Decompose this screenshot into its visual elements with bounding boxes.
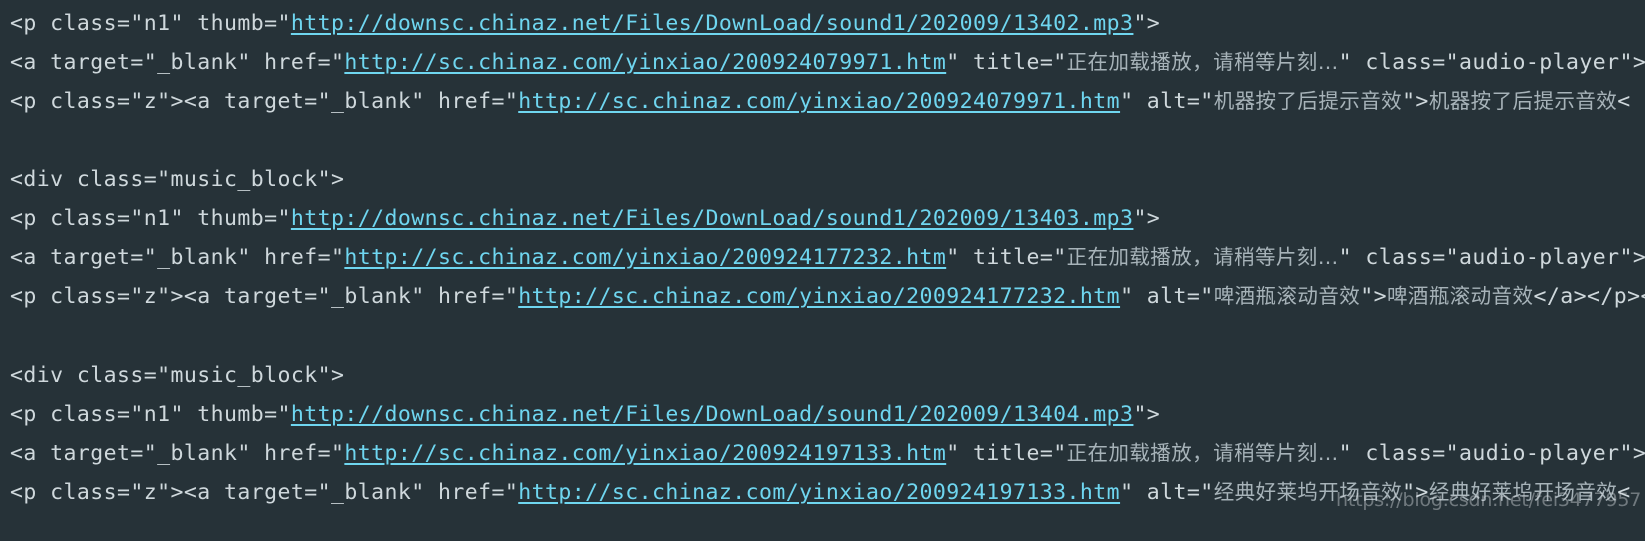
code-markup-text: <p class="z"><a target="_blank" href=" <box>10 480 519 505</box>
code-url-link[interactable]: http://downsc.chinaz.net/Files/DownLoad/… <box>291 206 1134 231</box>
code-line[interactable]: <p class="n1" thumb="http://downsc.china… <box>10 199 1160 238</box>
code-markup-text: " title=" <box>946 245 1067 270</box>
code-url-link[interactable]: http://sc.chinaz.com/yinxiao/20092417723… <box>518 284 1120 309</box>
code-markup-text: " alt=" <box>1120 284 1214 309</box>
code-markup-text: <div class="music_block"> <box>10 167 345 192</box>
code-markup-text: <p class="z"><a target="_blank" href=" <box>10 284 519 309</box>
code-cjk-text: 正在加载播放，请稍等片刻… <box>1066 245 1339 269</box>
code-markup-text: " alt=" <box>1120 89 1214 114</box>
code-line[interactable]: <p class="z"><a target="_blank" href="ht… <box>10 82 1631 121</box>
code-markup-text: </a></p>< <box>1533 284 1645 309</box>
code-markup-text: <p class="n1" thumb=" <box>10 206 291 231</box>
code-markup-text: "> <box>1133 11 1161 36</box>
code-line[interactable]: <a target="_blank" href="http://sc.china… <box>10 434 1645 473</box>
code-url-link[interactable]: http://sc.chinaz.com/yinxiao/20092417723… <box>344 245 946 270</box>
code-markup-text: "> <box>1402 89 1429 114</box>
code-cjk-text: 啤酒瓶滚动音效 <box>1213 284 1361 308</box>
code-line[interactable]: <p class="z"><a target="_blank" href="ht… <box>10 473 1631 512</box>
code-url-link[interactable]: http://sc.chinaz.com/yinxiao/20092419713… <box>344 441 946 466</box>
code-cjk-text: 经典好莱坞开场音效 <box>1428 480 1618 504</box>
code-markup-text: "> <box>1133 402 1161 427</box>
code-line[interactable]: <a target="_blank" href="http://sc.china… <box>10 43 1645 82</box>
code-line[interactable]: <div class="music_block"> <box>10 356 344 395</box>
code-viewer[interactable]: <p class="n1" thumb="http://downsc.china… <box>0 0 1645 541</box>
code-markup-text: " class="audio-player">< <box>1338 441 1645 466</box>
code-markup-text: "> <box>1402 480 1429 505</box>
code-line[interactable]: <p class="z"><a target="_blank" href="ht… <box>10 277 1645 316</box>
code-url-link[interactable]: http://downsc.chinaz.net/Files/DownLoad/… <box>291 402 1134 427</box>
code-markup-text: "> <box>1133 206 1161 231</box>
code-line[interactable]: <p class="n1" thumb="http://downsc.china… <box>10 4 1160 43</box>
code-cjk-text: 正在加载播放，请稍等片刻… <box>1066 441 1339 465</box>
code-url-link[interactable]: http://sc.chinaz.com/yinxiao/20092407997… <box>344 50 946 75</box>
code-line[interactable]: <p class="n1" thumb="http://downsc.china… <box>10 395 1160 434</box>
code-cjk-text: 正在加载播放，请稍等片刻… <box>1066 50 1339 74</box>
code-markup-text: " alt=" <box>1120 480 1214 505</box>
code-markup-text: <a target="_blank" href=" <box>10 50 345 75</box>
code-url-link[interactable]: http://sc.chinaz.com/yinxiao/20092419713… <box>518 480 1120 505</box>
code-line[interactable]: <div class="music_block"> <box>10 160 344 199</box>
code-markup-text: <a target="_blank" href=" <box>10 441 345 466</box>
code-markup-text: < <box>1617 89 1631 114</box>
code-markup-text: <p class="n1" thumb=" <box>10 402 291 427</box>
code-cjk-text: 机器按了后提示音效 <box>1428 89 1618 113</box>
code-url-link[interactable]: http://downsc.chinaz.net/Files/DownLoad/… <box>291 11 1134 36</box>
code-markup-text: " title=" <box>946 50 1067 75</box>
code-cjk-text: 机器按了后提示音效 <box>1213 89 1403 113</box>
code-url-link[interactable]: http://sc.chinaz.com/yinxiao/20092407997… <box>518 89 1120 114</box>
code-cjk-text: 经典好莱坞开场音效 <box>1213 480 1403 504</box>
code-markup-text: <p class="n1" thumb=" <box>10 11 291 36</box>
code-markup-text: <a target="_blank" href=" <box>10 245 345 270</box>
code-markup-text: < <box>1617 480 1631 505</box>
code-markup-text: " class="audio-player">< <box>1338 50 1645 75</box>
code-cjk-text: 啤酒瓶滚动音效 <box>1386 284 1534 308</box>
code-line[interactable]: <a target="_blank" href="http://sc.china… <box>10 238 1645 277</box>
code-markup-text: "> <box>1360 284 1387 309</box>
code-markup-text: " title=" <box>946 441 1067 466</box>
code-markup-text: " class="audio-player">< <box>1338 245 1645 270</box>
code-markup-text: <div class="music_block"> <box>10 363 345 388</box>
code-markup-text: <p class="z"><a target="_blank" href=" <box>10 89 519 114</box>
